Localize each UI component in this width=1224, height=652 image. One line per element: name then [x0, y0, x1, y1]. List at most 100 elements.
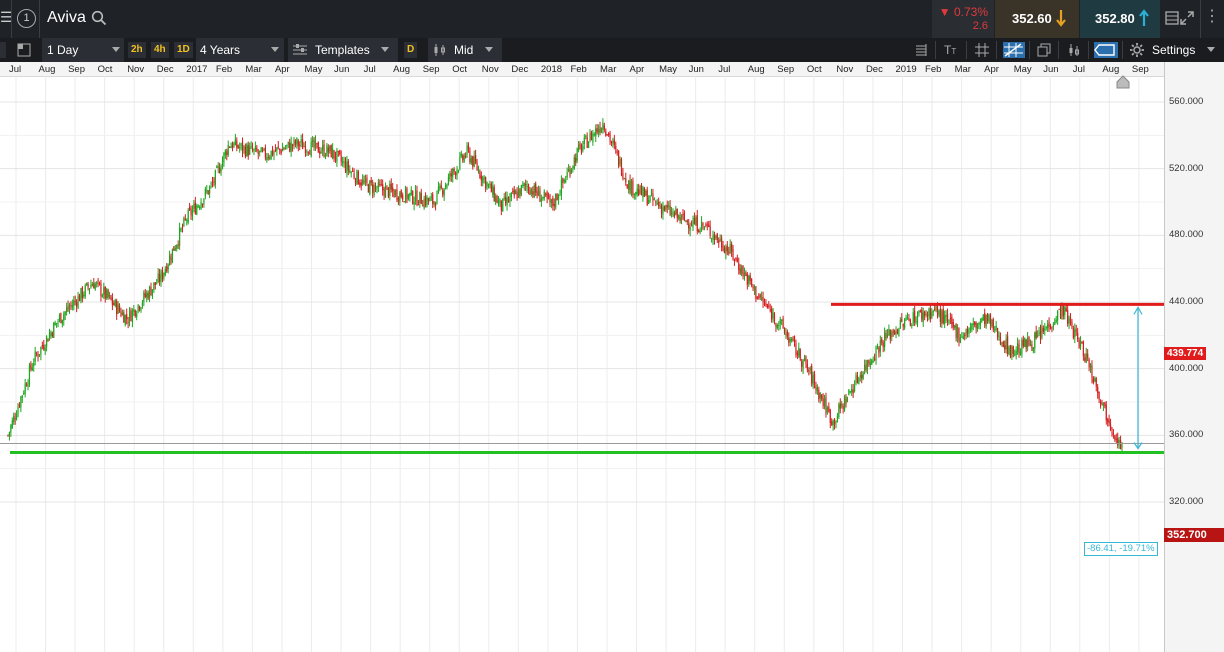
candle-body [1051, 327, 1053, 329]
candle-body [525, 183, 527, 186]
candle-body [224, 150, 226, 156]
candle-body [303, 145, 305, 147]
candle-body [725, 247, 727, 254]
candle-body [549, 194, 551, 203]
gear-icon[interactable] [1129, 42, 1145, 58]
settings-button[interactable]: Settings [1152, 38, 1195, 62]
candle-body [718, 240, 720, 244]
chevron-down-icon [112, 47, 120, 52]
candle-body [123, 312, 125, 323]
search-icon[interactable] [91, 10, 107, 31]
candle-body [985, 314, 987, 327]
price-type-dropdown[interactable]: Mid [428, 38, 502, 62]
candle-body [247, 145, 249, 156]
candle-body [618, 150, 620, 166]
time-axis-label: 2018 [540, 64, 563, 75]
candle-body [686, 220, 688, 223]
candle-body [422, 205, 424, 207]
copy-icon[interactable] [1036, 42, 1052, 58]
candle-body [370, 179, 372, 183]
current-price-tag: 352.700 [1164, 528, 1224, 542]
chevron-down-icon[interactable] [1207, 47, 1215, 52]
candle-body [254, 146, 256, 150]
candle-body [1112, 433, 1115, 435]
candle-body [908, 318, 910, 320]
d-badge[interactable]: D [404, 42, 418, 58]
candle-body [157, 273, 159, 282]
price-tag-icon[interactable] [1094, 42, 1118, 58]
candle-body [167, 264, 169, 270]
crosshair-icon[interactable] [1003, 42, 1025, 58]
candle-body [417, 203, 420, 205]
candle-body [935, 306, 937, 311]
candle-body [223, 152, 225, 162]
range-dropdown[interactable]: 4 Years [196, 38, 284, 62]
candle-body [1028, 336, 1030, 345]
candle-body [1005, 338, 1007, 350]
templates-dropdown[interactable]: Templates [288, 38, 398, 62]
candle-body [156, 283, 158, 285]
candle-body [1001, 343, 1003, 345]
candle-body [120, 311, 122, 316]
candle-body [124, 314, 126, 325]
layers-icon[interactable] [913, 42, 929, 58]
candle-body [719, 239, 721, 241]
candle-body [1055, 319, 1057, 322]
candle-body [756, 296, 758, 299]
instrument-title[interactable]: Aviva [47, 9, 86, 27]
candle-body [769, 309, 771, 311]
candle-type-icon[interactable] [1066, 42, 1082, 58]
candle-body [934, 308, 936, 310]
buy-button[interactable]: 352.80 [1080, 0, 1160, 38]
candle-body [668, 205, 670, 207]
candle-body [723, 248, 726, 254]
candle-body [650, 192, 653, 195]
candle-body [823, 398, 826, 407]
candle-body [1089, 364, 1092, 369]
candle-body [219, 167, 221, 173]
time-axis-label: 2019 [895, 64, 917, 75]
candle-body [239, 147, 241, 149]
candle-body [1032, 347, 1034, 351]
candle-body [738, 263, 740, 270]
candle-body [150, 287, 152, 296]
candle-body [1045, 327, 1047, 329]
candle-body [186, 220, 188, 222]
expand-icon[interactable] [1178, 9, 1196, 27]
candle-body [20, 396, 22, 408]
candle-body [746, 273, 748, 285]
candle-body [555, 193, 557, 208]
interval-dropdown[interactable]: 1 Day [42, 38, 124, 62]
candle-body [299, 144, 301, 146]
candle-body [300, 139, 302, 143]
candle-body [382, 184, 384, 191]
collapse-handle[interactable] [0, 42, 6, 58]
candle-body [540, 198, 543, 202]
info-button[interactable]: 1 [17, 9, 36, 28]
candle-body [763, 303, 766, 305]
layout-icon[interactable] [16, 42, 32, 58]
candle-body [393, 190, 395, 198]
grid-icon[interactable] [974, 42, 990, 58]
candle-body [886, 334, 889, 337]
candle-body [636, 188, 638, 195]
quick-2h-button[interactable]: 2h [128, 42, 146, 58]
candle-body [367, 184, 369, 193]
quick-1d-button[interactable]: 1D [174, 42, 193, 58]
candle-body [678, 215, 680, 219]
candle-body [319, 151, 321, 155]
sell-button[interactable]: 352.60 [995, 0, 1079, 38]
scroll-marker-icon[interactable] [1116, 75, 1130, 94]
price-chart[interactable] [0, 76, 1164, 652]
menu-icon[interactable]: ☰ [0, 9, 13, 29]
candle-body [761, 297, 763, 300]
quick-4h-button[interactable]: 4h [151, 42, 169, 58]
candle-body [642, 187, 644, 198]
candle-body [1067, 310, 1069, 324]
candle-body [277, 146, 279, 148]
candle-body [562, 178, 564, 184]
candle-body [831, 421, 833, 426]
candle-body [364, 178, 367, 183]
text-size-icon[interactable]: TT [944, 42, 962, 58]
more-icon[interactable]: ⋮ [1204, 9, 1222, 27]
